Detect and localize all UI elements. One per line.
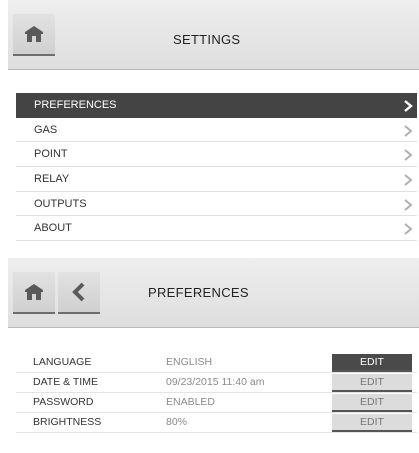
- preference-row-language: LANGUAGE ENGLISH EDIT: [16, 353, 417, 373]
- chevron-right-icon: [404, 174, 413, 186]
- row-value: ENGLISH: [166, 356, 213, 368]
- row-label: PASSWORD: [33, 396, 94, 408]
- edit-language-button[interactable]: EDIT: [332, 354, 412, 372]
- home-icon: [25, 26, 43, 42]
- settings-header: SETTINGS: [8, 0, 419, 70]
- menu-item-label: RELAY: [34, 173, 70, 186]
- preference-row-brightness: BRIGHTNESS 80% EDIT: [16, 413, 417, 433]
- row-value: 09/23/2015 11:40 am: [166, 376, 265, 388]
- home-button[interactable]: [13, 272, 55, 314]
- menu-item-outputs[interactable]: OUTPUTS: [16, 192, 417, 217]
- edit-password-button[interactable]: EDIT: [332, 394, 412, 412]
- menu-item-point[interactable]: POINT: [16, 142, 417, 168]
- edit-date-time-button[interactable]: EDIT: [332, 374, 412, 392]
- preferences-screen: PREFERENCES LANGUAGE ENGLISH EDIT DATE &…: [8, 258, 419, 453]
- preferences-list: LANGUAGE ENGLISH EDIT DATE & TIME 09/23/…: [16, 353, 417, 433]
- preferences-header: PREFERENCES: [8, 258, 419, 328]
- settings-screen: SETTINGS PREFERENCES GAS POINT RELAY OUT…: [8, 0, 419, 244]
- menu-item-label: OUTPUTS: [34, 197, 87, 210]
- home-button[interactable]: [13, 14, 55, 56]
- row-label: BRIGHTNESS: [33, 416, 102, 428]
- menu-item-label: POINT: [34, 148, 68, 161]
- menu-item-label: PREFERENCES: [34, 99, 117, 111]
- preference-row-date-time: DATE & TIME 09/23/2015 11:40 am EDIT: [16, 373, 417, 393]
- menu-item-gas[interactable]: GAS: [16, 118, 417, 143]
- edit-brightness-button[interactable]: EDIT: [332, 414, 412, 432]
- home-icon: [25, 284, 43, 300]
- row-label: LANGUAGE: [33, 356, 92, 368]
- menu-item-about[interactable]: ABOUT: [16, 216, 417, 242]
- back-button[interactable]: [58, 272, 100, 314]
- chevron-right-icon: [404, 223, 413, 236]
- row-value: 80%: [166, 416, 188, 428]
- settings-menu: PREFERENCES GAS POINT RELAY OUTPUTS ABOU…: [16, 93, 417, 242]
- chevron-right-icon: [404, 124, 413, 137]
- menu-item-label: ABOUT: [34, 222, 72, 235]
- chevron-right-icon: [404, 149, 413, 162]
- row-label: DATE & TIME: [33, 376, 98, 388]
- page-title: SETTINGS: [173, 32, 241, 47]
- chevron-left-icon: [72, 282, 85, 302]
- row-value: ENABLED: [166, 396, 216, 408]
- page-title: PREFERENCES: [148, 285, 249, 300]
- menu-item-label: GAS: [34, 123, 58, 136]
- menu-item-preferences[interactable]: PREFERENCES: [16, 93, 417, 118]
- preference-row-password: PASSWORD ENABLED EDIT: [16, 393, 417, 413]
- menu-item-relay[interactable]: RELAY: [16, 167, 417, 192]
- chevron-right-icon: [404, 100, 413, 112]
- chevron-right-icon: [404, 198, 413, 211]
